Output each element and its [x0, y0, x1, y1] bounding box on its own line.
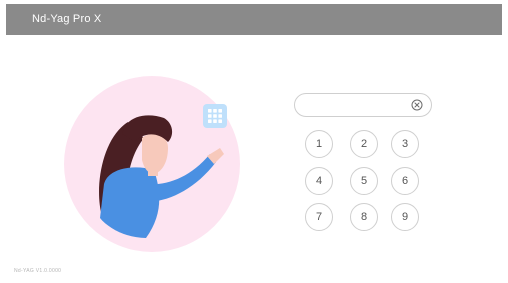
keypad-key-5[interactable]: 5 — [350, 167, 378, 195]
keypad-key-9[interactable]: 9 — [391, 203, 419, 231]
keypad-key-8[interactable]: 8 — [350, 203, 378, 231]
keypad-key-4[interactable]: 4 — [305, 167, 333, 195]
keypad-key-1[interactable]: 1 — [305, 130, 333, 158]
keypad-grid-icon[interactable] — [203, 104, 227, 128]
pin-input-container — [294, 93, 432, 117]
keypad-key-2[interactable]: 2 — [350, 130, 378, 158]
app-title: Nd-Yag Pro X — [32, 13, 102, 25]
version-label: Nd-YAG V1.0.0000 — [14, 268, 62, 274]
clear-circle-icon[interactable] — [411, 99, 423, 111]
keypad-key-3[interactable]: 3 — [391, 130, 419, 158]
keypad-key-6[interactable]: 6 — [391, 167, 419, 195]
user-illustration — [64, 76, 240, 252]
keypad-key-7[interactable]: 7 — [305, 203, 333, 231]
pin-input[interactable] — [305, 97, 409, 115]
title-bar: Nd-Yag Pro X — [6, 4, 502, 35]
